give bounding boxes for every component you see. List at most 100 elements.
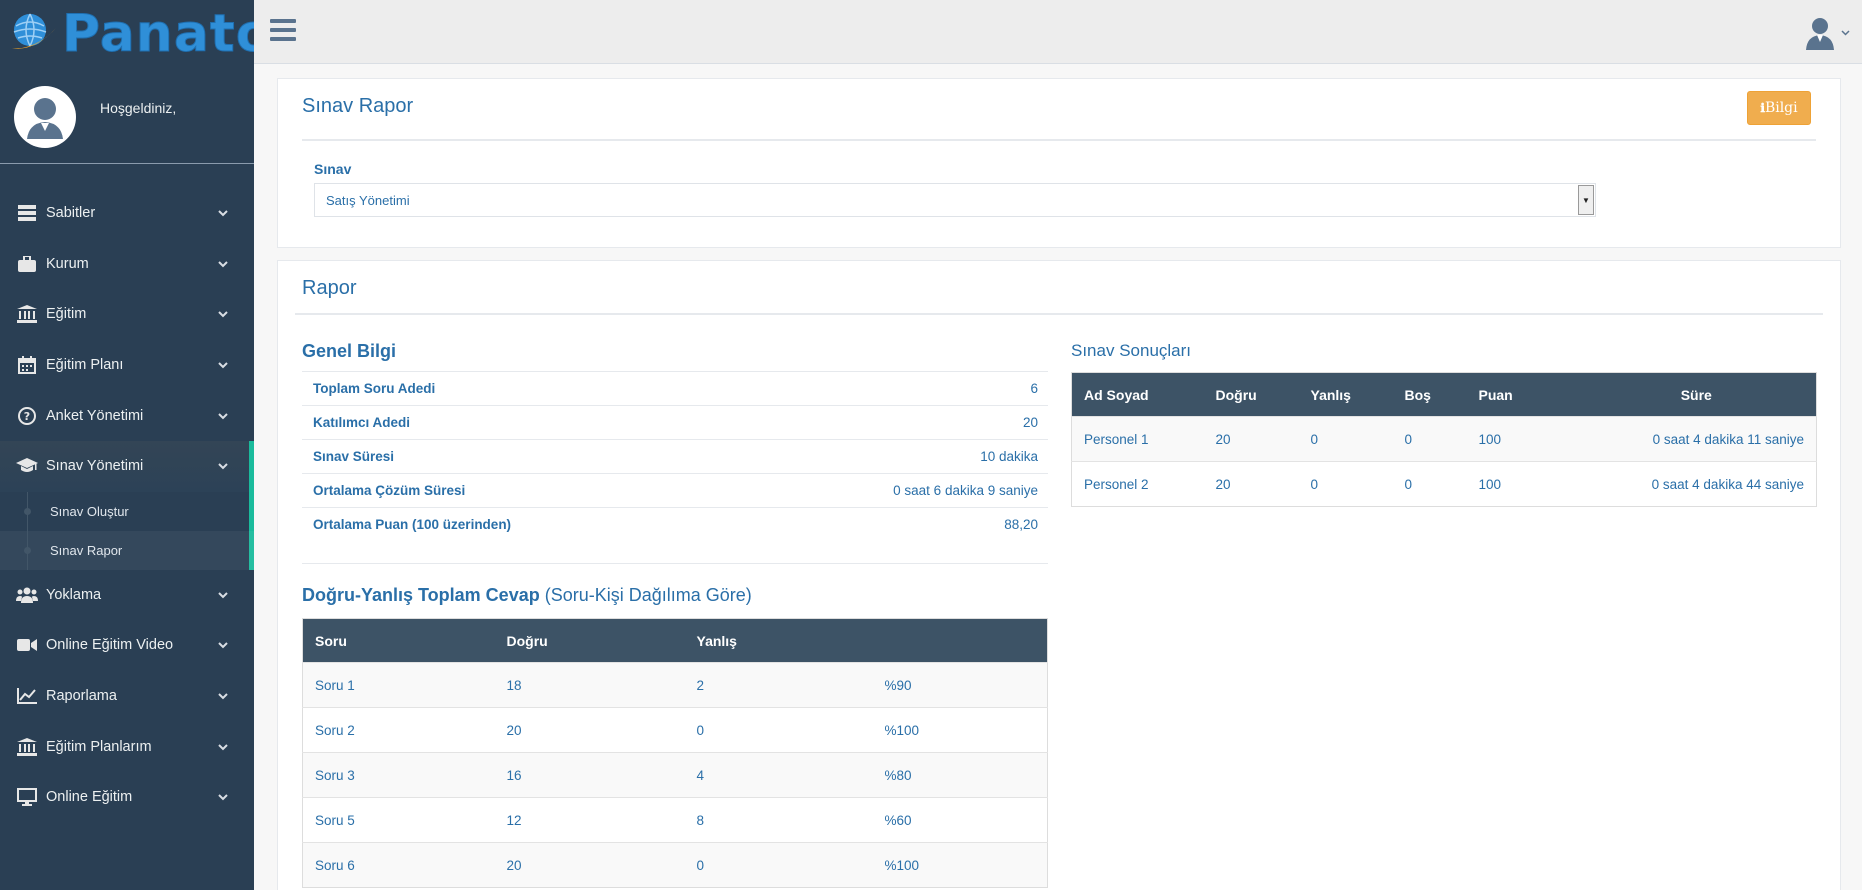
info-row: Katılımcı Adedi 20	[302, 405, 1048, 439]
table-cell: 16	[494, 752, 685, 798]
table-row: Soru 3 16 4 %80	[302, 752, 1048, 798]
column-header: Doğru	[1203, 372, 1299, 417]
table-row: Soru 6 20 0 %100	[302, 842, 1048, 888]
general-info-heading: Genel Bilgi	[302, 341, 397, 361]
institution-icon	[16, 305, 38, 324]
sidebar-item-kurum[interactable]: Kurum	[0, 239, 254, 290]
table-cell: 0	[1392, 461, 1467, 507]
divider	[302, 139, 1816, 141]
info-value: 6	[1030, 381, 1038, 396]
svg-text:?: ?	[24, 410, 30, 423]
table-cell: 0 saat 4 dakika 11 saniye	[1576, 416, 1817, 462]
table-row: Personel 1 20 0 0 100 0 saat 4 dakika 11…	[1071, 416, 1817, 462]
graduation-cap-icon	[16, 457, 38, 475]
sidebar-item-label: Kurum	[46, 255, 89, 272]
info-value: 0 saat 6 dakika 9 saniye	[893, 483, 1038, 498]
submenu-item-sinav-rapor[interactable]: Sınav Rapor	[0, 530, 254, 570]
top-navbar	[254, 0, 1862, 64]
info-label: Sınav Süresi	[313, 449, 395, 464]
briefcase-icon	[16, 255, 38, 273]
sidebar-item-label: Anket Yönetimi	[46, 407, 144, 424]
table-header-row: Soru Doğru Yanlış	[302, 618, 1048, 663]
table-cell: 8	[684, 797, 873, 843]
sidebar-item-egitim-planlarim[interactable]: Eğitim Planlarım	[0, 721, 254, 772]
table-cell: 0	[684, 842, 873, 888]
submenu-item-label: Sınav Rapor	[50, 542, 123, 558]
sidebar-item-anket-yonetimi[interactable]: ? Anket Yönetimi	[0, 390, 254, 441]
sidebar-item-label: Online Eğitim	[46, 789, 133, 806]
table-cell: 100	[1466, 416, 1577, 462]
table-row: Personel 2 20 0 0 100 0 saat 4 dakika 44…	[1071, 461, 1817, 507]
info-value: 10 dakika	[980, 449, 1038, 464]
sidebar-item-sinav-yonetimi[interactable]: Sınav Yönetimi	[0, 440, 254, 492]
column-header: Ad Soyad	[1071, 372, 1204, 417]
divider	[302, 563, 1048, 564]
column-header: Süre	[1576, 372, 1817, 417]
sidebar-item-online-egitim-video[interactable]: Online Eğitim Video	[0, 620, 254, 671]
chevron-down-icon	[218, 739, 228, 755]
table-cell: 20	[1203, 461, 1299, 507]
column-header: Puan	[1466, 372, 1577, 417]
bullet-icon	[24, 547, 31, 555]
sidebar-item-label: Eğitim Planlarım	[46, 738, 152, 755]
table-cell: %60	[872, 797, 1048, 843]
column-header: Yanlış	[1298, 372, 1393, 417]
column-header	[872, 618, 1048, 663]
chevron-down-icon	[218, 637, 228, 653]
side-menu: Sabitler Kurum Eğitim Eğitim Planı ? Ank…	[0, 188, 254, 823]
column-header: Doğru	[494, 618, 685, 663]
sidebar: Panato Hoşgeldiniz, Sabitler Kurum Eğiti…	[0, 0, 254, 890]
table-cell: 0	[1392, 416, 1467, 462]
table-cell: 20	[494, 707, 685, 753]
calendar-icon	[16, 356, 38, 375]
submenu-item-sinav-olustur[interactable]: Sınav Oluştur	[0, 491, 254, 531]
question-circle-icon: ?	[16, 406, 38, 425]
menu-toggle-icon[interactable]	[270, 19, 296, 41]
table-cell: 20	[1203, 416, 1299, 462]
sidebar-item-label: Sabitler	[46, 205, 96, 222]
dropdown-arrow-icon[interactable]: ▼	[1578, 185, 1594, 215]
sidebar-item-label: Eğitim Planı	[46, 357, 124, 374]
info-label: Katılımcı Adedi	[313, 415, 411, 430]
welcome-text: Hoşgeldiniz,	[100, 100, 177, 116]
info-label: Ortalama Çözüm Süresi	[313, 483, 466, 498]
video-camera-icon	[16, 636, 38, 654]
user-profile-dropdown[interactable]	[1805, 16, 1850, 50]
desktop-icon	[16, 788, 38, 807]
sidebar-item-raporlama[interactable]: Raporlama	[0, 671, 254, 722]
sidebar-item-yoklama[interactable]: Yoklama	[0, 570, 254, 621]
column-header: Yanlış	[684, 618, 873, 663]
chevron-down-icon	[218, 587, 228, 603]
exam-select[interactable]: Satış Yönetimi ▼	[314, 183, 1596, 217]
table-cell: 18	[494, 662, 685, 708]
exam-field-label: Sınav	[314, 161, 352, 177]
distribution-table: Soru Doğru Yanlış Soru 1 18 2 %90 Soru 2…	[302, 618, 1048, 888]
table-cell: Soru 6	[302, 842, 495, 888]
avatar[interactable]	[14, 86, 76, 148]
sidebar-item-egitim[interactable]: Eğitim	[0, 289, 254, 340]
sidebar-item-label: Sınav Yönetimi	[46, 458, 144, 475]
sidebar-item-label: Yoklama	[46, 586, 102, 603]
general-info-list: Toplam Soru Adedi 6 Katılımcı Adedi 20 Sın…	[302, 371, 1048, 541]
chevron-down-icon	[218, 458, 228, 474]
exam-select-value: Satış Yönetimi	[326, 192, 410, 208]
info-button[interactable]: ℹ Bilgi	[1747, 91, 1811, 125]
table-cell: 0	[684, 707, 873, 753]
sidebar-item-egitim-plani[interactable]: Eğitim Planı	[0, 340, 254, 391]
distribution-heading-sub: (Soru-Kişi Dağılıma Göre)	[539, 585, 752, 605]
table-cell: 4	[684, 752, 873, 798]
table-row: Soru 5 12 8 %60	[302, 797, 1048, 843]
user-avatar-icon	[16, 88, 74, 146]
chevron-down-icon	[218, 205, 228, 221]
sidebar-item-online-egitim[interactable]: Online Eğitim	[0, 772, 254, 823]
info-row: Sınav Süresi 10 dakika	[302, 439, 1048, 473]
table-cell: %80	[872, 752, 1048, 798]
table-cell: %100	[872, 842, 1048, 888]
sidebar-item-sabitler[interactable]: Sabitler	[0, 188, 254, 239]
info-row: Ortalama Çözüm Süresi 0 saat 6 dakika 9 s…	[302, 473, 1048, 507]
table-cell: Personel 1	[1071, 416, 1204, 462]
line-chart-icon	[16, 687, 38, 705]
results-heading: Sınav Sonuçları	[1071, 341, 1192, 360]
table-cell: %90	[872, 662, 1048, 708]
brand-logo[interactable]: Panato	[0, 0, 254, 68]
